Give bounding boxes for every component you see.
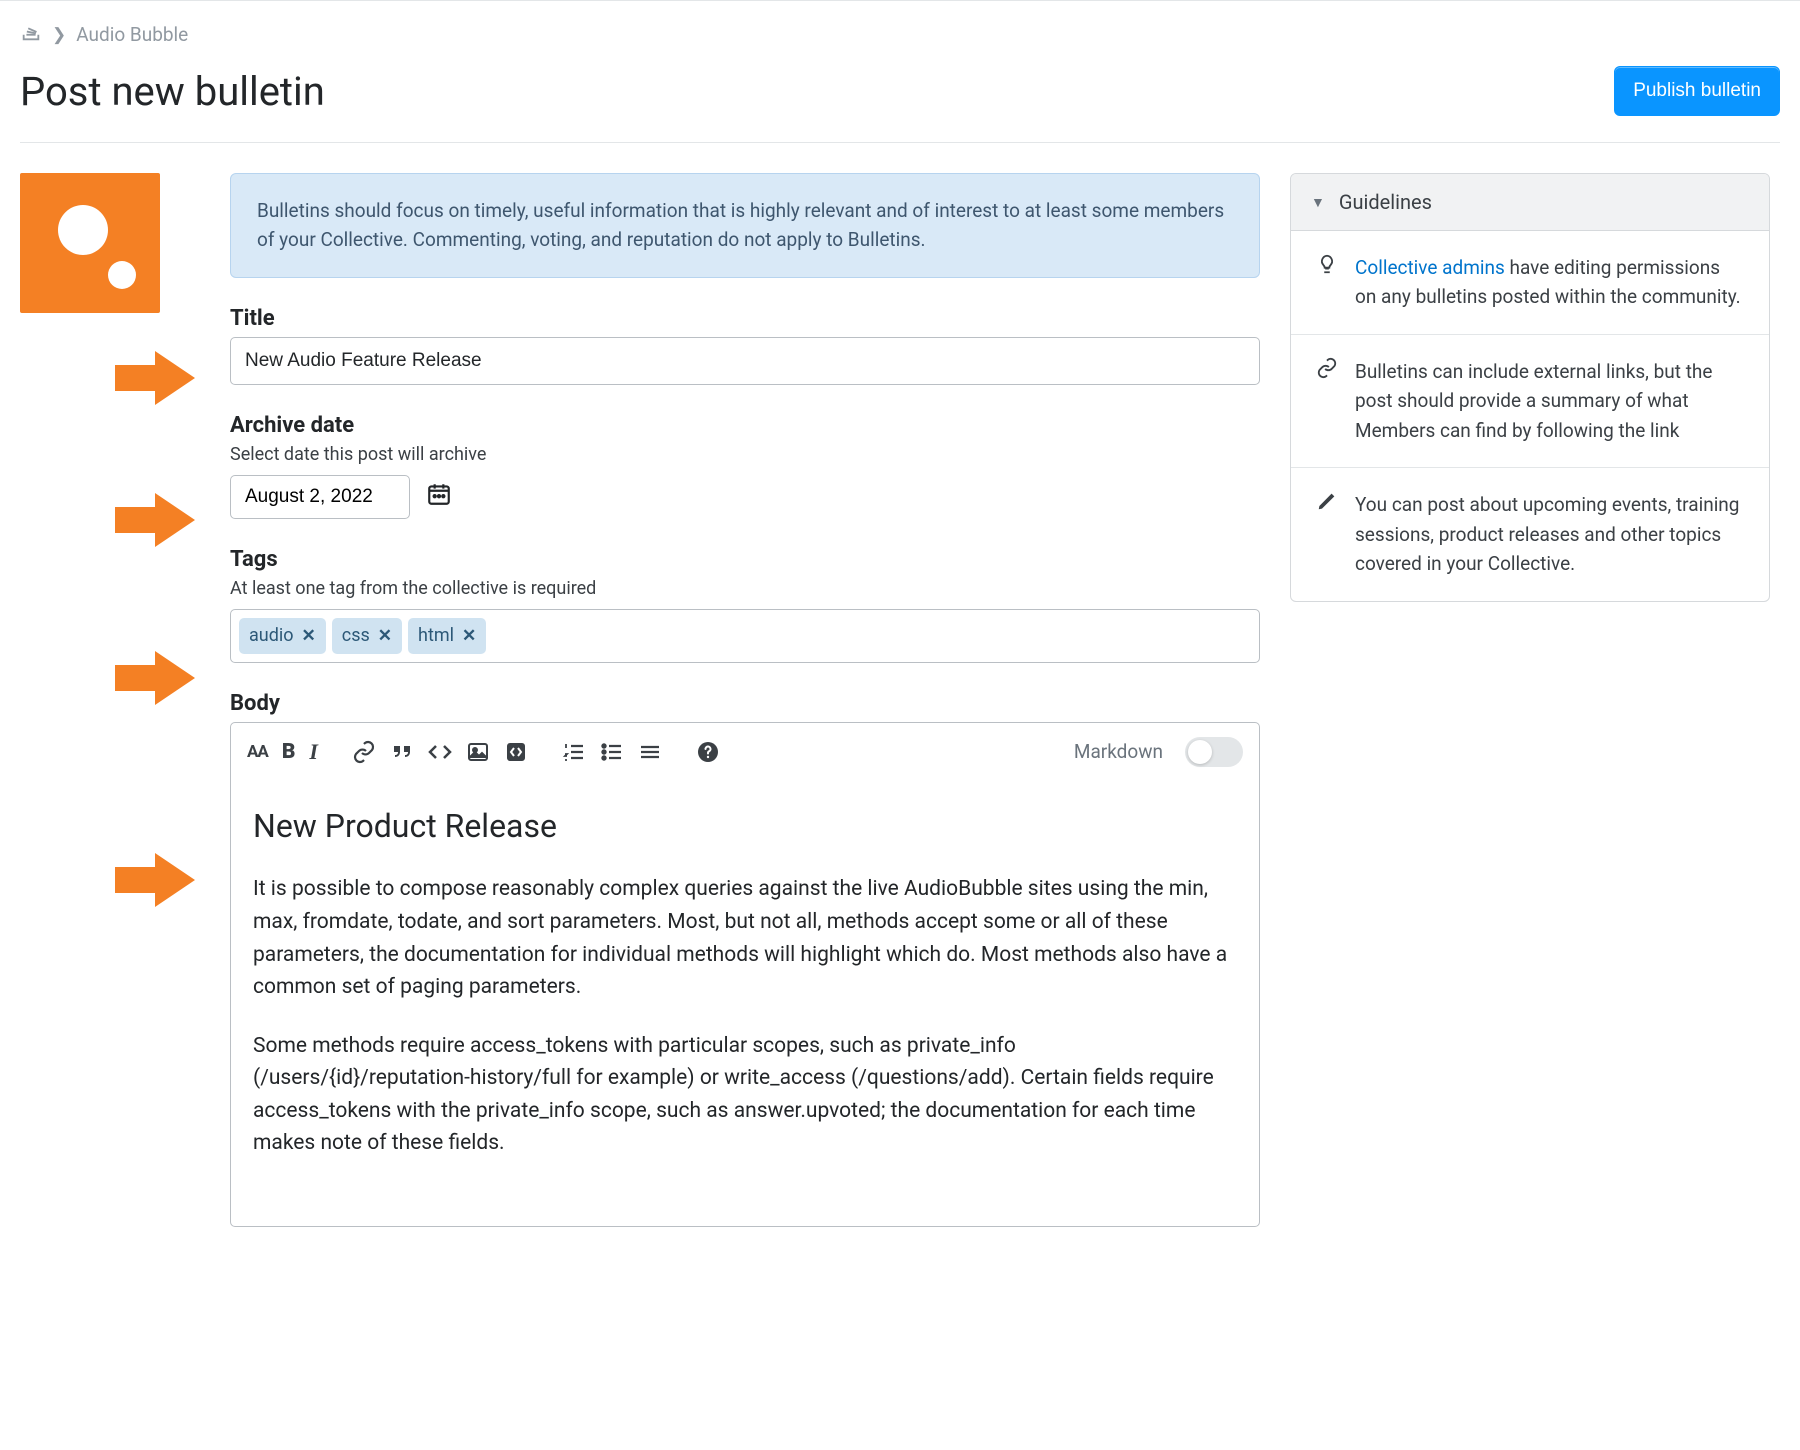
breadcrumb-link[interactable]: Audio Bubble (76, 23, 188, 46)
tags-group: Tags At least one tag from the collectiv… (230, 547, 1260, 663)
guideline-text: You can post about upcoming events, trai… (1355, 490, 1745, 578)
title-input[interactable] (230, 337, 1260, 385)
guidelines-title: Guidelines (1339, 190, 1432, 214)
italic-icon[interactable]: I (309, 739, 318, 765)
tag-label: html (418, 625, 454, 646)
archive-date-input[interactable] (230, 475, 410, 519)
code-icon[interactable] (428, 740, 452, 764)
unordered-list-icon[interactable] (600, 740, 624, 764)
markdown-toggle[interactable] (1185, 737, 1243, 767)
tag-label: css (342, 625, 370, 646)
arrow-indicator-icon (115, 853, 195, 907)
editor-toolbar: AA B I (231, 723, 1259, 782)
tag-label: audio (249, 625, 294, 646)
guidelines-header[interactable]: ▼ Guidelines (1291, 174, 1769, 231)
guidelines-panel: ▼ Guidelines Collective admins have edit… (1290, 173, 1770, 602)
tag-remove-icon[interactable]: ✕ (302, 626, 316, 646)
editor-paragraph: Some methods require access_tokens with … (253, 1030, 1237, 1160)
chevron-right-icon: ❯ (52, 25, 66, 45)
markdown-label: Markdown (1074, 740, 1163, 763)
archive-date-hint: Select date this post will archive (230, 444, 1260, 465)
sidebar: ▼ Guidelines Collective admins have edit… (1290, 173, 1770, 602)
breadcrumb: ❯ Audio Bubble (20, 21, 1780, 48)
horizontal-rule-icon[interactable] (638, 740, 662, 764)
lightbulb-icon (1315, 253, 1339, 275)
collective-avatar (20, 173, 160, 313)
link-icon[interactable] (352, 740, 376, 764)
image-icon[interactable] (466, 740, 490, 764)
archive-date-group: Archive date Select date this post will … (230, 413, 1260, 519)
main-column: Bulletins should focus on timely, useful… (230, 173, 1260, 1255)
arrow-indicator-icon (115, 493, 195, 547)
calendar-icon[interactable] (426, 481, 452, 512)
arrow-indicator-icon (115, 351, 195, 405)
editor-paragraph: It is possible to compose reasonably com… (253, 873, 1237, 1003)
page-title: Post new bulletin (20, 68, 325, 115)
ordered-list-icon[interactable] (562, 740, 586, 764)
archive-date-label: Archive date (230, 413, 1260, 438)
tag-chip[interactable]: audio ✕ (239, 618, 326, 654)
editor-content[interactable]: New Product Release It is possible to co… (231, 782, 1259, 1226)
guideline-item: Bulletins can include external links, bu… (1291, 335, 1769, 468)
publish-bulletin-button[interactable]: Publish bulletin (1614, 66, 1780, 116)
guideline-text: Bulletins can include external links, bu… (1355, 357, 1745, 445)
tag-remove-icon[interactable]: ✕ (378, 626, 392, 646)
info-notice: Bulletins should focus on timely, useful… (230, 173, 1260, 278)
pencil-icon (1315, 490, 1339, 512)
guideline-item: Collective admins have editing permissio… (1291, 231, 1769, 335)
title-label: Title (230, 306, 1260, 331)
snippet-icon[interactable] (504, 740, 528, 764)
tag-chip[interactable]: html ✕ (408, 618, 486, 654)
chevron-down-icon: ▼ (1311, 194, 1325, 211)
left-column (20, 173, 200, 313)
tag-chip[interactable]: css ✕ (332, 618, 402, 654)
editor-heading: New Product Release (253, 802, 1237, 852)
tags-label: Tags (230, 547, 1260, 572)
page-header: Post new bulletin Publish bulletin (20, 66, 1780, 143)
collective-admins-link[interactable]: Collective admins (1355, 256, 1505, 279)
help-icon[interactable] (696, 740, 720, 764)
body-label: Body (230, 691, 1260, 716)
tags-hint: At least one tag from the collective is … (230, 578, 1260, 599)
guideline-item: You can post about upcoming events, trai… (1291, 468, 1769, 600)
tags-input[interactable]: audio ✕ css ✕ html ✕ (230, 609, 1260, 663)
stack-logo-icon (20, 21, 42, 48)
tag-remove-icon[interactable]: ✕ (462, 626, 476, 646)
title-group: Title (230, 306, 1260, 385)
quote-icon[interactable] (390, 740, 414, 764)
link-icon (1315, 357, 1339, 379)
bold-icon[interactable]: B (282, 740, 296, 764)
heading-icon[interactable]: AA (247, 742, 268, 762)
body-group: Body AA B I (230, 691, 1260, 1227)
arrow-indicator-icon (115, 651, 195, 705)
guideline-text: Collective admins have editing permissio… (1355, 253, 1745, 312)
editor-box: AA B I (230, 722, 1260, 1227)
